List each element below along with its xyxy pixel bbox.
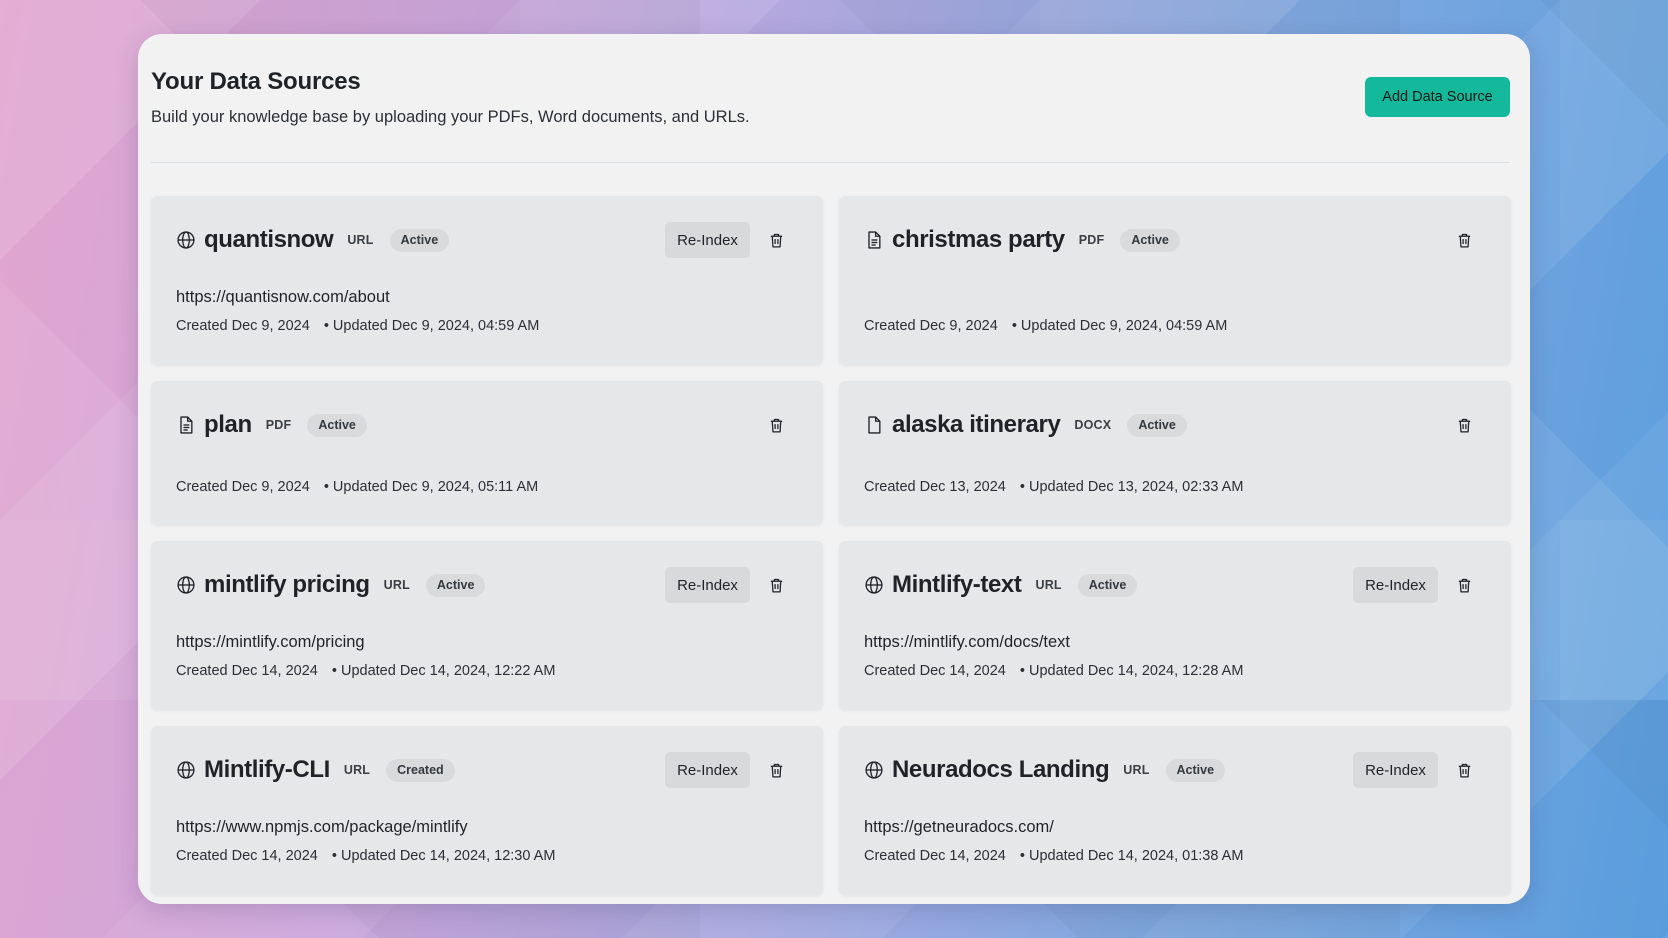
data-source-card: christmas party PDF Active Created Dec 9…	[839, 196, 1511, 365]
reindex-button[interactable]: Re-Index	[1353, 752, 1438, 788]
source-name: mintlify pricing	[204, 571, 370, 598]
source-url: https://www.npmjs.com/package/mintlify	[176, 818, 468, 836]
reindex-button[interactable]: Re-Index	[665, 567, 750, 603]
created-date: Created Dec 9, 2024	[864, 318, 998, 334]
source-type: DOCX	[1074, 418, 1112, 432]
source-name: plan	[204, 411, 252, 438]
source-name: Mintlify-text	[892, 571, 1022, 598]
card-header: mintlify pricing URL Active Re-Index	[176, 567, 798, 603]
updated-date: • Updated Dec 14, 2024, 01:38 AM	[1019, 848, 1244, 864]
add-data-source-button[interactable]: Add Data Source	[1365, 77, 1510, 117]
data-source-card: alaska itinerary DOCX Active Created Dec…	[839, 381, 1511, 525]
created-date: Created Dec 14, 2024	[176, 663, 318, 679]
updated-date: • Updated Dec 14, 2024, 12:30 AM	[331, 848, 556, 864]
card-header: Mintlify-CLI URL Created Re-Index	[176, 752, 798, 788]
trash-icon[interactable]	[1454, 230, 1474, 250]
created-date: Created Dec 14, 2024	[864, 848, 1006, 864]
status-badge: Active	[1120, 228, 1180, 252]
document-icon	[176, 415, 196, 435]
source-name: alaska itinerary	[892, 411, 1061, 438]
data-source-card: quantisnow URL Active Re-Index https://q…	[151, 196, 823, 365]
status-badge: Active	[1077, 573, 1138, 597]
sources-grid: quantisnow URL Active Re-Index https://q…	[151, 196, 1511, 895]
created-date: Created Dec 14, 2024	[864, 663, 1006, 679]
status-badge: Active	[1165, 758, 1226, 782]
status-badge: Created	[386, 758, 455, 782]
reindex-button[interactable]: Re-Index	[1353, 567, 1438, 603]
source-url: https://mintlify.com/pricing	[176, 633, 365, 651]
globe-icon	[864, 575, 884, 595]
trash-icon[interactable]	[766, 230, 786, 250]
document-icon	[864, 230, 884, 250]
source-name: christmas party	[892, 226, 1065, 253]
reindex-button[interactable]: Re-Index	[665, 222, 750, 258]
card-header: Neuradocs Landing URL Active Re-Index	[864, 752, 1486, 788]
source-name: quantisnow	[204, 226, 334, 253]
source-dates: Created Dec 9, 2024 • Updated Dec 9, 2024…	[176, 479, 538, 495]
updated-date: • Updated Dec 9, 2024, 05:11 AM	[323, 479, 539, 495]
updated-date: • Updated Dec 14, 2024, 12:28 AM	[1019, 663, 1244, 679]
status-badge: Active	[1127, 413, 1187, 437]
card-header: plan PDF Active	[176, 407, 798, 443]
source-type: URL	[1123, 763, 1150, 777]
created-date: Created Dec 9, 2024	[176, 479, 310, 495]
updated-date: • Updated Dec 14, 2024, 12:22 AM	[331, 663, 556, 679]
source-dates: Created Dec 14, 2024 • Updated Dec 14, 20…	[864, 663, 1243, 679]
globe-icon	[864, 760, 884, 780]
trash-icon[interactable]	[766, 575, 786, 595]
page-header: Your Data Sources Build your knowledge b…	[151, 50, 1510, 162]
source-type: URL	[383, 578, 410, 592]
reindex-button[interactable]: Re-Index	[665, 752, 750, 788]
data-source-card: Mintlify-text URL Active Re-Index https:…	[839, 541, 1511, 710]
updated-date: • Updated Dec 9, 2024, 04:59 AM	[323, 318, 540, 334]
data-source-card: Neuradocs Landing URL Active Re-Index ht…	[839, 726, 1511, 895]
source-dates: Created Dec 14, 2024 • Updated Dec 14, 20…	[176, 663, 555, 679]
source-name: Neuradocs Landing	[892, 756, 1110, 783]
source-dates: Created Dec 13, 2024 • Updated Dec 13, 20…	[864, 479, 1243, 495]
globe-icon	[176, 230, 196, 250]
card-header: christmas party PDF Active	[864, 222, 1486, 258]
status-badge: Active	[425, 573, 486, 597]
trash-icon[interactable]	[766, 760, 786, 780]
source-url: https://getneuradocs.com/	[864, 818, 1054, 836]
page-title: Your Data Sources	[151, 68, 361, 95]
data-source-card: mintlify pricing URL Active Re-Index htt…	[151, 541, 823, 710]
source-type: PDF	[265, 418, 292, 432]
source-dates: Created Dec 9, 2024 • Updated Dec 9, 2024…	[864, 318, 1227, 334]
source-url: https://mintlify.com/docs/text	[864, 633, 1071, 651]
source-dates: Created Dec 14, 2024 • Updated Dec 14, 20…	[176, 848, 555, 864]
divider	[151, 162, 1510, 163]
globe-icon	[176, 760, 196, 780]
status-badge: Active	[307, 413, 367, 437]
source-dates: Created Dec 9, 2024 • Updated Dec 9, 2024…	[176, 318, 539, 334]
trash-icon[interactable]	[1454, 415, 1474, 435]
created-date: Created Dec 9, 2024	[176, 318, 310, 334]
created-date: Created Dec 14, 2024	[176, 848, 318, 864]
updated-date: • Updated Dec 13, 2024, 02:33 AM	[1019, 479, 1244, 495]
trash-icon[interactable]	[1454, 760, 1474, 780]
source-type: PDF	[1078, 233, 1105, 247]
trash-icon[interactable]	[1454, 575, 1474, 595]
page-subtitle: Build your knowledge base by uploading y…	[151, 108, 750, 126]
created-date: Created Dec 13, 2024	[864, 479, 1006, 495]
status-badge: Active	[389, 228, 450, 252]
source-type: URL	[347, 233, 374, 247]
source-dates: Created Dec 14, 2024 • Updated Dec 14, 20…	[864, 848, 1243, 864]
card-header: alaska itinerary DOCX Active	[864, 407, 1486, 443]
file-icon	[864, 415, 884, 435]
card-header: quantisnow URL Active Re-Index	[176, 222, 798, 258]
source-url: https://quantisnow.com/about	[176, 288, 390, 306]
globe-icon	[176, 575, 196, 595]
card-header: Mintlify-text URL Active Re-Index	[864, 567, 1486, 603]
updated-date: • Updated Dec 9, 2024, 04:59 AM	[1011, 318, 1228, 334]
source-type: URL	[343, 763, 371, 777]
data-source-card: plan PDF Active Created Dec 9, 2024 • Upd…	[151, 381, 823, 525]
data-sources-panel: Your Data Sources Build your knowledge b…	[138, 34, 1530, 904]
data-source-card: Mintlify-CLI URL Created Re-Index https:…	[151, 726, 823, 895]
trash-icon[interactable]	[766, 415, 786, 435]
source-name: Mintlify-CLI	[204, 756, 330, 783]
source-type: URL	[1035, 578, 1062, 592]
